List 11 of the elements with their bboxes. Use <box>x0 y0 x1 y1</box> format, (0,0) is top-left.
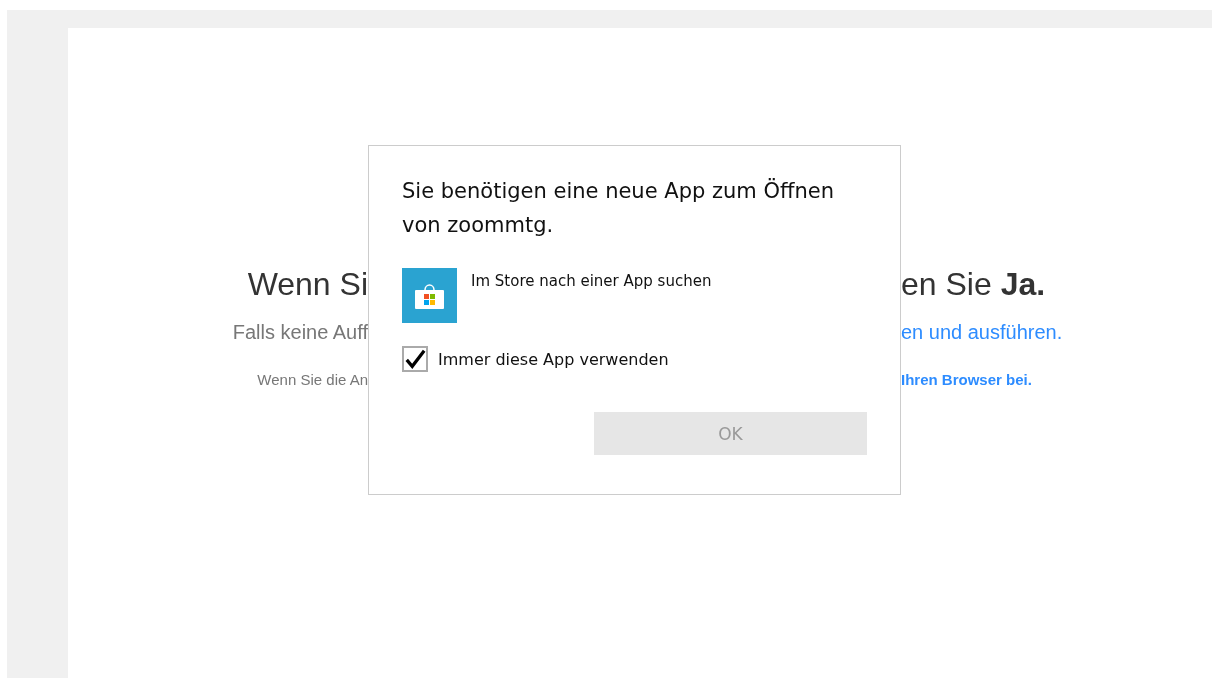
browser-link[interactable]: Ihren Browser bei. <box>901 370 1212 390</box>
store-option-text[interactable]: Im Store nach einer App suchen <box>471 272 712 290</box>
checkbox[interactable] <box>402 346 428 372</box>
launch-link[interactable]: en und ausführen. <box>901 312 1212 370</box>
prompt-text: Falls keine Auff <box>231 320 368 345</box>
heading-text: Wenn Si <box>246 265 368 304</box>
store-bag-icon[interactable] <box>402 268 457 323</box>
dialog-title: Sie benötigen eine neue App zum Öffnen von zoommtg. <box>402 177 835 239</box>
heading-text: en Sie Ja. <box>901 265 1047 304</box>
checkbox-label: Immer diese App verwenden <box>438 349 669 369</box>
note-text: Wenn Sie die An <box>256 370 368 390</box>
